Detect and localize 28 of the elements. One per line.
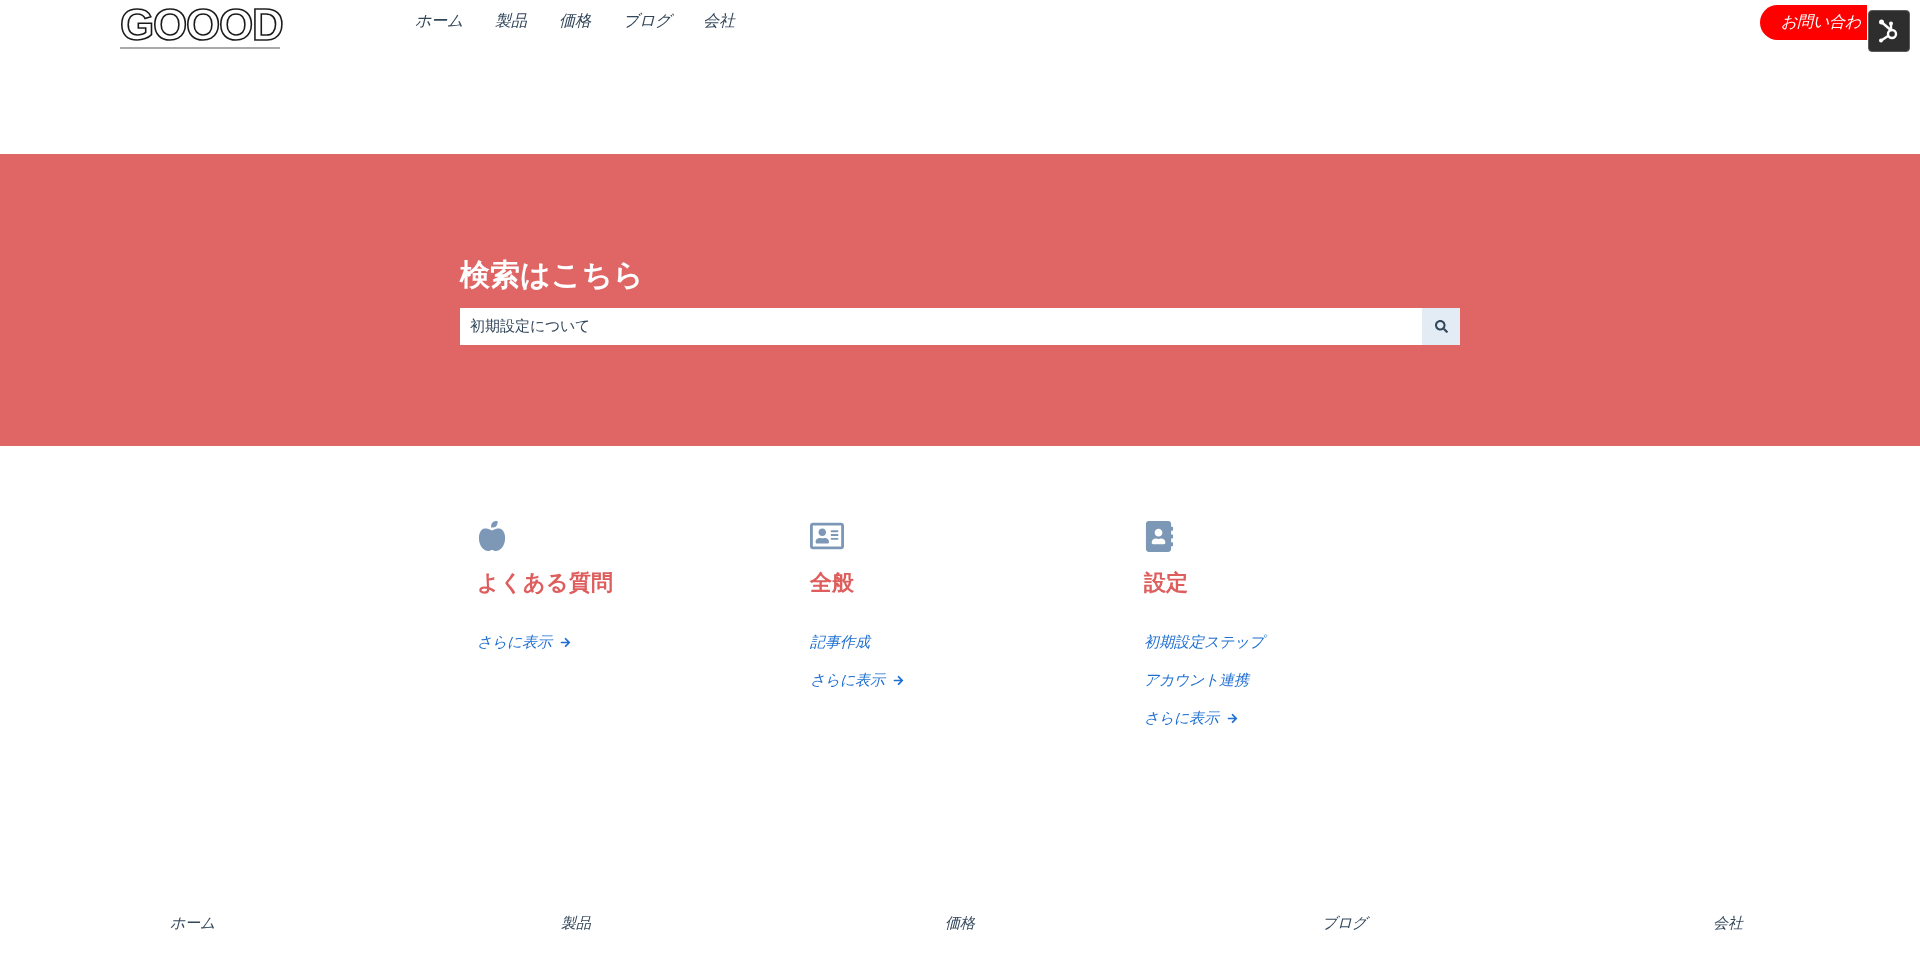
nav-link[interactable]: ホーム	[415, 11, 463, 31]
footer-link[interactable]: ホーム	[169, 912, 215, 934]
arrow-right-icon	[560, 636, 571, 648]
article-link[interactable]: アカウント連携	[1143, 669, 1249, 691]
search-button[interactable]	[1422, 308, 1460, 345]
show-more-link[interactable]: さらに表示	[477, 631, 571, 653]
arrow-right-icon	[1226, 712, 1238, 724]
contact-book-icon	[1143, 520, 1175, 552]
category-title: 全般	[810, 569, 855, 597]
footer-link[interactable]: 価格	[945, 912, 975, 934]
apple-icon	[477, 521, 507, 551]
arrow-right-icon	[893, 674, 905, 686]
footer-link[interactable]: 会社	[1713, 912, 1743, 934]
search-field[interactable]: 初期設定について	[460, 308, 1422, 345]
hero-title: 検索はこちら	[460, 257, 644, 293]
nav-link[interactable]: 価格	[559, 11, 591, 31]
show-more-link[interactable]: さらに表示	[1143, 707, 1238, 729]
nav-link[interactable]: 会社	[703, 11, 735, 31]
sprocket-icon	[1878, 19, 1900, 43]
category-title: 設定	[1143, 569, 1188, 597]
show-more-link[interactable]: さらに表示	[810, 669, 905, 691]
nav-link[interactable]: 製品	[495, 11, 527, 31]
widget-button[interactable]	[1868, 10, 1910, 52]
article-link[interactable]: 記事作成	[810, 631, 871, 653]
category-title: よくある質問	[477, 569, 613, 597]
footer-link[interactable]: 製品	[561, 912, 591, 934]
contact-button[interactable]: お問い合わ	[1760, 5, 1867, 40]
search-icon	[1434, 320, 1448, 333]
